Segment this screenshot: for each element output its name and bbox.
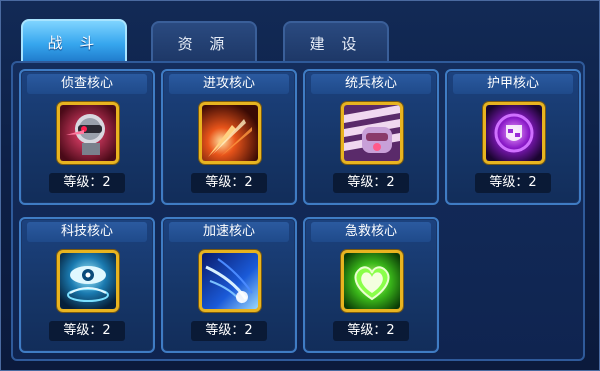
core-card-attack[interactable]: 进攻核心 等级：2 <box>161 69 297 205</box>
core-card-heal[interactable]: 急救核心 等级：2 <box>303 217 439 353</box>
core-name: 护甲核心 <box>486 76 539 91</box>
tab-construction[interactable]: 建 设 <box>283 21 389 65</box>
core-card-speed[interactable]: 加速核心 等级：2 <box>161 217 297 353</box>
core-name: 急救核心 <box>344 224 397 239</box>
core-level: 等级：2 <box>475 173 551 193</box>
core-grid: 侦查核心 等级：2 进攻核心 等级：2 统兵核心 等级：2 护甲核心 等级：2 … <box>11 61 585 361</box>
heal-heart-icon <box>341 250 403 312</box>
tech-eye-icon <box>57 250 119 312</box>
core-card-tech[interactable]: 科技核心 等级：2 <box>19 217 155 353</box>
speed-streak-icon <box>199 250 261 312</box>
core-level: 等级：2 <box>333 321 409 341</box>
core-name: 统兵核心 <box>344 76 397 91</box>
tab-combat[interactable]: 战 斗 <box>21 19 127 65</box>
core-card-armor[interactable]: 护甲核心 等级：2 <box>445 69 581 205</box>
core-level: 等级：2 <box>49 173 125 193</box>
attack-blast-icon <box>199 102 261 164</box>
core-card-command[interactable]: 统兵核心 等级：2 <box>303 69 439 205</box>
recon-robot-icon <box>57 102 119 164</box>
tab-resources[interactable]: 资 源 <box>151 21 257 65</box>
core-level: 等级：2 <box>333 173 409 193</box>
core-level: 等级：2 <box>191 173 267 193</box>
core-level: 等级：2 <box>191 321 267 341</box>
command-fist-icon <box>341 102 403 164</box>
armor-shield-icon <box>483 102 545 164</box>
game-panel: 战 斗 资 源 建 设 侦查核心 等级：2 进攻核心 等级：2 统兵核心 等级：… <box>0 0 600 371</box>
core-level: 等级：2 <box>49 321 125 341</box>
core-name: 加速核心 <box>202 224 255 239</box>
core-name: 侦查核心 <box>60 76 113 91</box>
core-name: 进攻核心 <box>202 76 255 91</box>
core-card-recon[interactable]: 侦查核心 等级：2 <box>19 69 155 205</box>
core-name: 科技核心 <box>60 224 113 239</box>
